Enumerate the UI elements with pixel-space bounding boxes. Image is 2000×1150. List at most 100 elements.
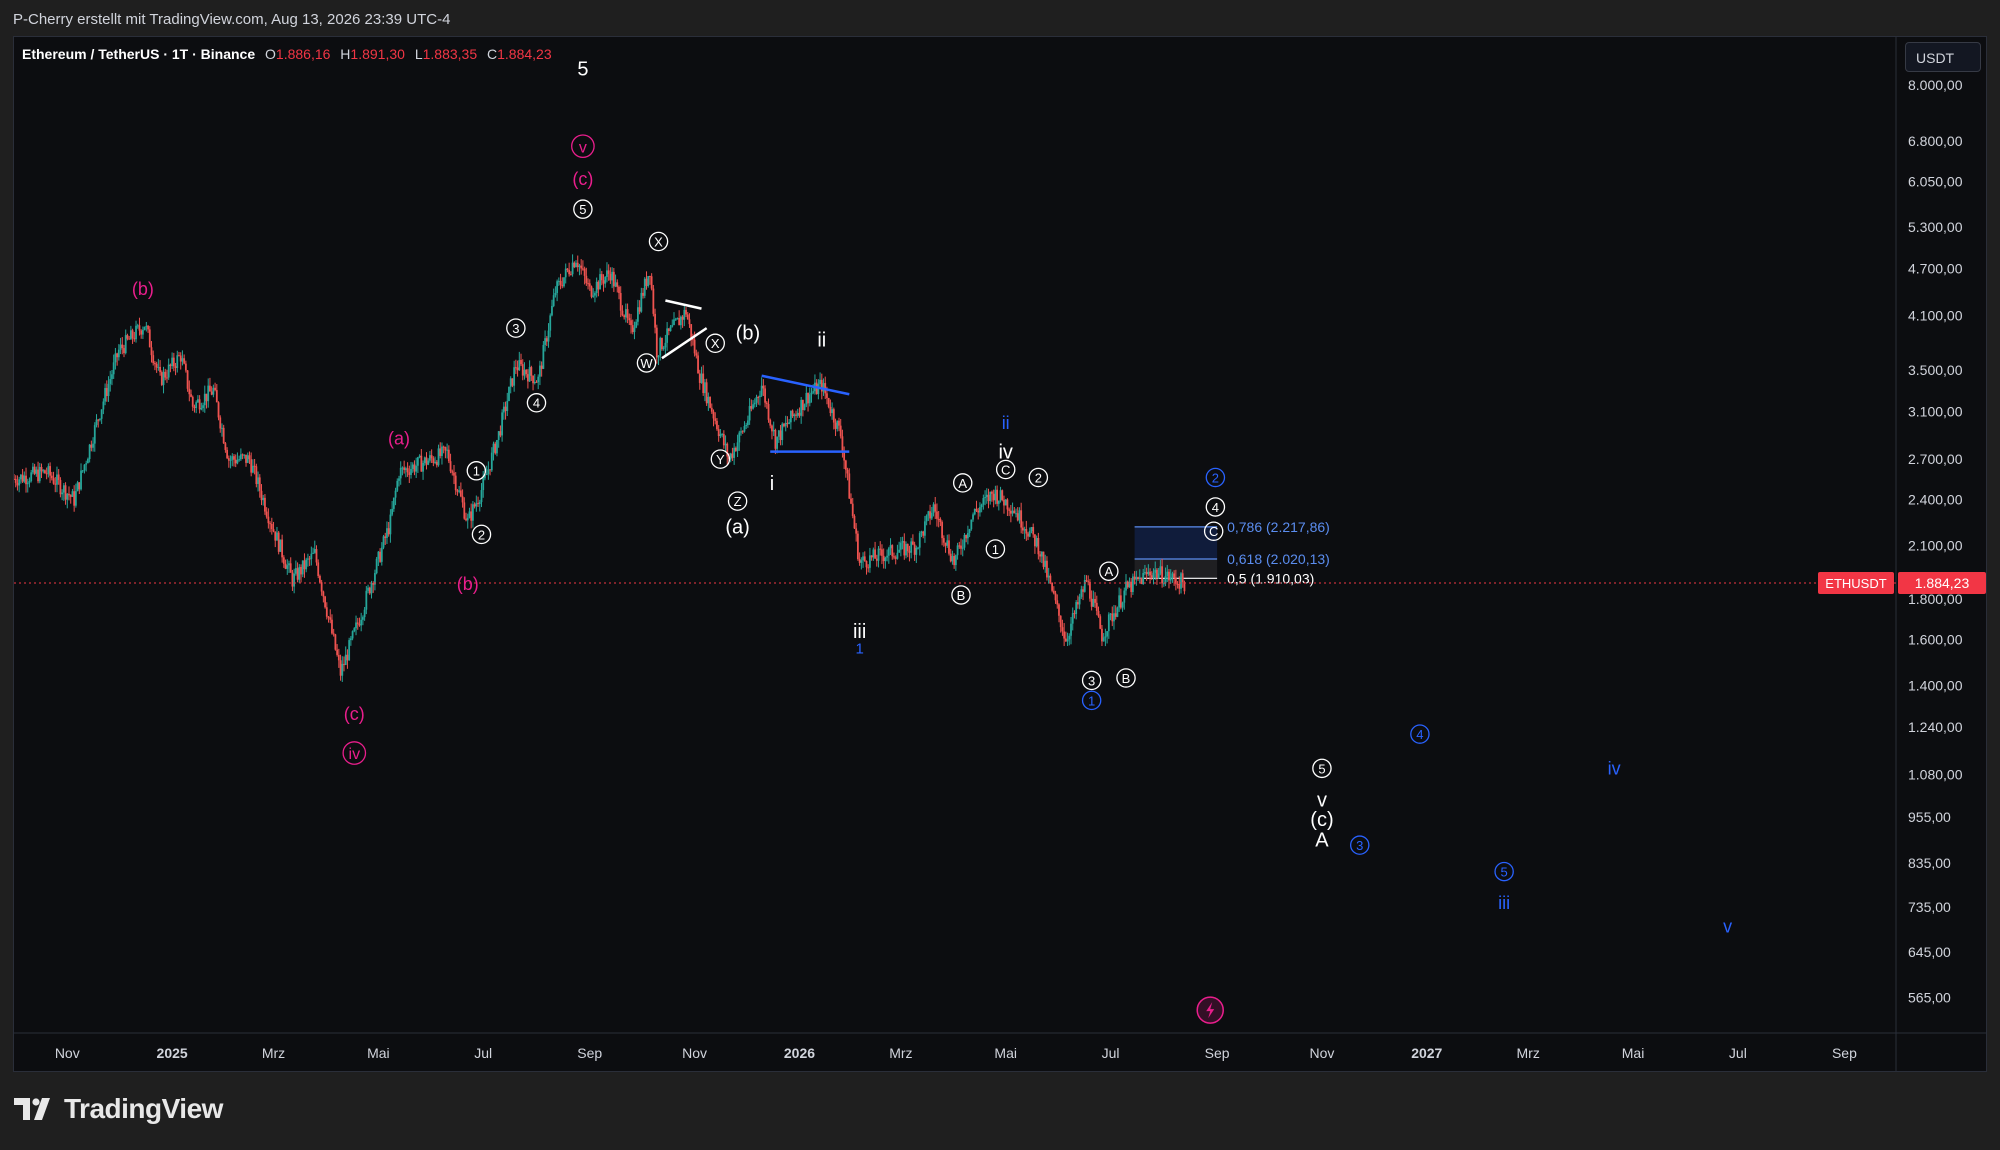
candle-body	[363, 609, 366, 618]
candle-body	[631, 325, 634, 333]
candle-body	[1013, 510, 1016, 514]
candle-body	[1152, 572, 1155, 578]
candle-body	[81, 470, 84, 472]
candle-body	[391, 508, 394, 515]
price-tick-label: 2.700,00	[1908, 451, 1963, 467]
wave-label: A	[958, 476, 967, 491]
candle-body	[202, 405, 204, 409]
tradingview-logo[interactable]: TradingView	[14, 1093, 223, 1125]
candle-body	[502, 406, 505, 413]
candle-body	[131, 330, 134, 339]
candle-body	[1166, 571, 1169, 577]
open-label: O	[265, 46, 276, 62]
candle-body	[960, 545, 962, 549]
candle-body	[248, 455, 251, 460]
candle-body	[387, 528, 390, 535]
candle-body	[258, 477, 261, 491]
candle-body	[745, 424, 748, 427]
candle-body	[37, 469, 39, 482]
candle-body	[329, 617, 332, 620]
candle-body	[532, 375, 534, 384]
price-tick-label: 3.500,00	[1908, 362, 1963, 378]
candle-body	[700, 373, 703, 383]
candle-body	[1178, 584, 1181, 589]
candle-body	[789, 410, 792, 423]
candle-body	[884, 557, 887, 562]
candle-body	[716, 420, 718, 430]
wave-label: C	[1209, 524, 1218, 539]
candle-body	[485, 474, 488, 476]
candle-body	[307, 558, 309, 560]
candle-body	[209, 385, 211, 392]
candle-body	[710, 407, 713, 412]
tradingview-logo-icon	[14, 1098, 50, 1120]
candle-body	[722, 434, 725, 446]
candle-body	[492, 443, 495, 453]
wave-label: (c)	[572, 169, 593, 189]
candle-body	[676, 317, 679, 320]
candle-body	[88, 444, 91, 460]
candle-body	[351, 631, 354, 639]
wave-label: 3	[512, 321, 519, 336]
price-chart[interactable]: 8.000,00 6.800,00 6.050,00 5.300,00 4.700,00…	[14, 37, 1986, 1071]
candle-body	[50, 475, 53, 479]
candle-body	[984, 497, 986, 499]
candle-body	[93, 425, 96, 444]
candle-body	[879, 548, 882, 550]
candle-body	[901, 541, 904, 543]
price-tick-label: 955,00	[1908, 809, 1951, 825]
candle-body	[1004, 499, 1007, 506]
candle-body	[597, 281, 600, 290]
candle-body	[456, 490, 459, 492]
candle-body	[1083, 580, 1086, 592]
candle-body	[21, 474, 24, 482]
candle-body	[497, 431, 500, 441]
candle-body	[769, 419, 772, 426]
candle-body	[47, 466, 50, 474]
candle-body	[152, 355, 155, 364]
candle-body	[322, 591, 325, 597]
candle-body	[554, 292, 557, 296]
candle-body	[600, 274, 603, 281]
candle-body	[1087, 581, 1090, 583]
wave-label: 2	[1212, 470, 1219, 485]
symbol-title[interactable]: Ethereum / TetherUS · 1T · Binance	[22, 46, 255, 62]
candle-body	[752, 404, 754, 409]
candle-body	[221, 427, 223, 429]
candle-body	[1142, 572, 1145, 585]
candle-body	[764, 388, 766, 403]
candle-body	[795, 414, 797, 416]
currency-unit-button[interactable]: USDT	[1905, 42, 1981, 72]
chart-panel[interactable]: 8.000,00 6.800,00 6.050,00 5.300,00 4.700,00…	[13, 36, 1987, 1072]
candle-body	[427, 460, 430, 465]
candle-body	[183, 358, 186, 364]
candle-body	[422, 462, 424, 472]
candle-body	[166, 377, 168, 379]
candle-body	[657, 355, 660, 358]
candle-body	[25, 475, 27, 485]
candle-body	[985, 494, 988, 498]
candle-body	[489, 469, 491, 471]
candle-body	[583, 268, 586, 276]
candle-body	[49, 466, 51, 476]
candle-body	[80, 470, 82, 490]
candle-body	[936, 511, 938, 519]
close-value: 1.884,23	[497, 46, 552, 62]
credit-text: P-Cherry erstellt mit TradingView.com, A…	[13, 11, 451, 28]
wave-label: 5	[1318, 761, 1325, 776]
candle-body	[66, 493, 69, 500]
time-tick-label: 2025	[157, 1045, 188, 1061]
candle-body	[887, 548, 890, 556]
candle-body	[807, 392, 809, 404]
candle-body	[85, 463, 88, 465]
candle-body	[1058, 604, 1060, 616]
candle-body	[997, 500, 1000, 504]
candle-body	[982, 498, 985, 505]
candle-body	[819, 379, 821, 385]
candle-body	[119, 344, 122, 350]
candle-body	[1032, 527, 1035, 535]
candle-body	[217, 402, 220, 418]
candle-body	[652, 288, 655, 314]
candle-body	[939, 518, 942, 523]
time-tick-label: Jul	[1102, 1045, 1120, 1061]
